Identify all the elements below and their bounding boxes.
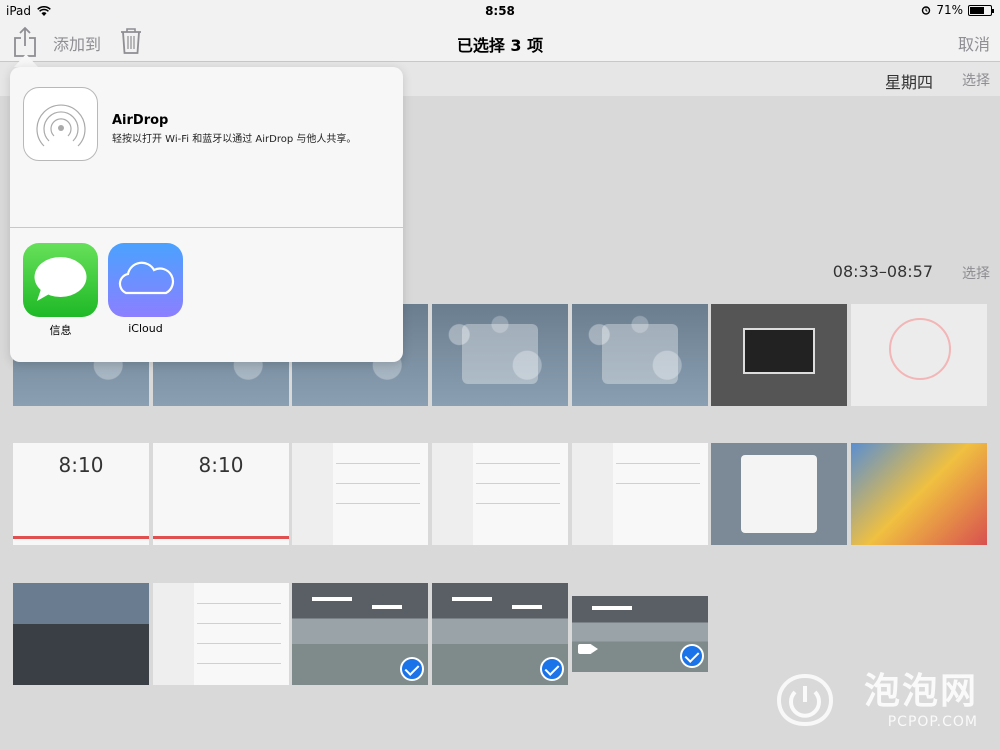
ceiling-light bbox=[372, 605, 402, 609]
settings-row bbox=[197, 603, 281, 604]
photo-thumbnail-selected[interactable] bbox=[432, 583, 568, 685]
selected-check-icon bbox=[540, 657, 564, 681]
share-app-icloud[interactable]: iCloud bbox=[108, 243, 183, 335]
window-preview bbox=[743, 328, 815, 374]
video-thumbnail-selected[interactable] bbox=[572, 596, 708, 672]
status-time: 8:58 bbox=[485, 4, 515, 18]
settings-row bbox=[336, 463, 420, 464]
photo-thumbnail[interactable] bbox=[851, 304, 987, 406]
icloud-icon bbox=[108, 243, 183, 317]
watermark-sub: PCPOP.COM bbox=[887, 714, 978, 730]
settings-row bbox=[197, 663, 281, 664]
settings-row bbox=[197, 643, 281, 644]
photo-thumbnail[interactable] bbox=[432, 443, 568, 545]
app-label: iCloud bbox=[128, 322, 163, 335]
photo-thumbnail[interactable] bbox=[153, 583, 289, 685]
settings-row bbox=[476, 503, 560, 504]
page-title: 已选择 3 项 bbox=[456, 36, 544, 55]
airdrop-description: 轻按以打开 Wi-Fi 和蓝牙以通过 AirDrop 与他人共享。 bbox=[112, 134, 357, 145]
settings-row bbox=[476, 483, 560, 484]
compass-ring bbox=[889, 318, 951, 380]
app-label: 信息 bbox=[49, 324, 72, 337]
photo-thumbnail[interactable] bbox=[572, 304, 708, 406]
battery-icon bbox=[968, 4, 994, 16]
settings-row bbox=[616, 463, 700, 464]
clock-time: 8:10 bbox=[198, 453, 244, 477]
photo-thumbnail[interactable]: 8:10 bbox=[153, 443, 289, 545]
photo-thumbnail[interactable] bbox=[851, 443, 987, 545]
clock-bar bbox=[13, 536, 149, 539]
pcpop-logo-icon bbox=[776, 674, 834, 726]
settings-row bbox=[616, 483, 700, 484]
section-select-button[interactable]: 选择 bbox=[962, 70, 990, 90]
share-popover: AirDrop 轻按以打开 Wi-Fi 和蓝牙以通过 AirDrop 与他人共享… bbox=[10, 67, 403, 362]
watermark-main: 泡泡网 bbox=[863, 671, 978, 712]
share-app-messages[interactable]: 信息 bbox=[23, 243, 98, 338]
settings-row bbox=[336, 483, 420, 484]
photo-thumbnail[interactable] bbox=[432, 304, 568, 406]
folder-preview bbox=[602, 324, 678, 384]
photo-thumbnail[interactable] bbox=[292, 443, 428, 545]
photo-thumbnail[interactable] bbox=[572, 443, 708, 545]
battery-fill bbox=[970, 6, 985, 14]
alarm-icon bbox=[922, 6, 931, 15]
photo-thumbnail-selected[interactable] bbox=[292, 583, 428, 685]
settings-row bbox=[476, 463, 560, 464]
dialog-preview bbox=[741, 455, 817, 533]
watermark: 泡泡网 PCPOP.COM bbox=[864, 662, 978, 730]
cancel-button[interactable]: 取消 bbox=[958, 31, 990, 55]
ceiling-light bbox=[592, 606, 632, 610]
popover-arrow bbox=[14, 54, 38, 67]
selected-check-icon bbox=[400, 657, 424, 681]
section-date: 星期四 bbox=[884, 73, 933, 92]
nav-bar: 添加到 已选择 3 项 取消 bbox=[0, 22, 1000, 62]
status-bar: iPad 8:58 71% bbox=[0, 0, 1000, 22]
folder-preview bbox=[462, 324, 538, 384]
photo-thumbnail[interactable] bbox=[711, 443, 847, 545]
messages-icon bbox=[23, 243, 98, 317]
video-camera-icon bbox=[578, 644, 598, 654]
photo-thumbnail[interactable]: 8:10 bbox=[13, 443, 149, 545]
section-date: 08:33–08:57 bbox=[832, 262, 933, 281]
settings-row bbox=[336, 503, 420, 504]
status-right: 71% bbox=[921, 3, 994, 17]
clock-time: 8:10 bbox=[58, 453, 104, 477]
clock-bar bbox=[153, 536, 289, 539]
section-select-button[interactable]: 选择 bbox=[962, 263, 990, 283]
battery-percent: 71% bbox=[936, 3, 963, 17]
photo-thumbnail[interactable] bbox=[711, 304, 847, 406]
ceiling-light bbox=[512, 605, 542, 609]
settings-row bbox=[197, 623, 281, 624]
photo-thumbnail[interactable] bbox=[13, 583, 149, 685]
airdrop-rings-icon bbox=[36, 104, 86, 147]
popover-divider bbox=[10, 227, 403, 228]
airdrop-title: AirDrop bbox=[112, 113, 169, 128]
selected-check-icon bbox=[680, 644, 704, 668]
ceiling-light bbox=[312, 597, 352, 601]
ceiling-light bbox=[452, 597, 492, 601]
airdrop-icon[interactable] bbox=[23, 87, 98, 161]
